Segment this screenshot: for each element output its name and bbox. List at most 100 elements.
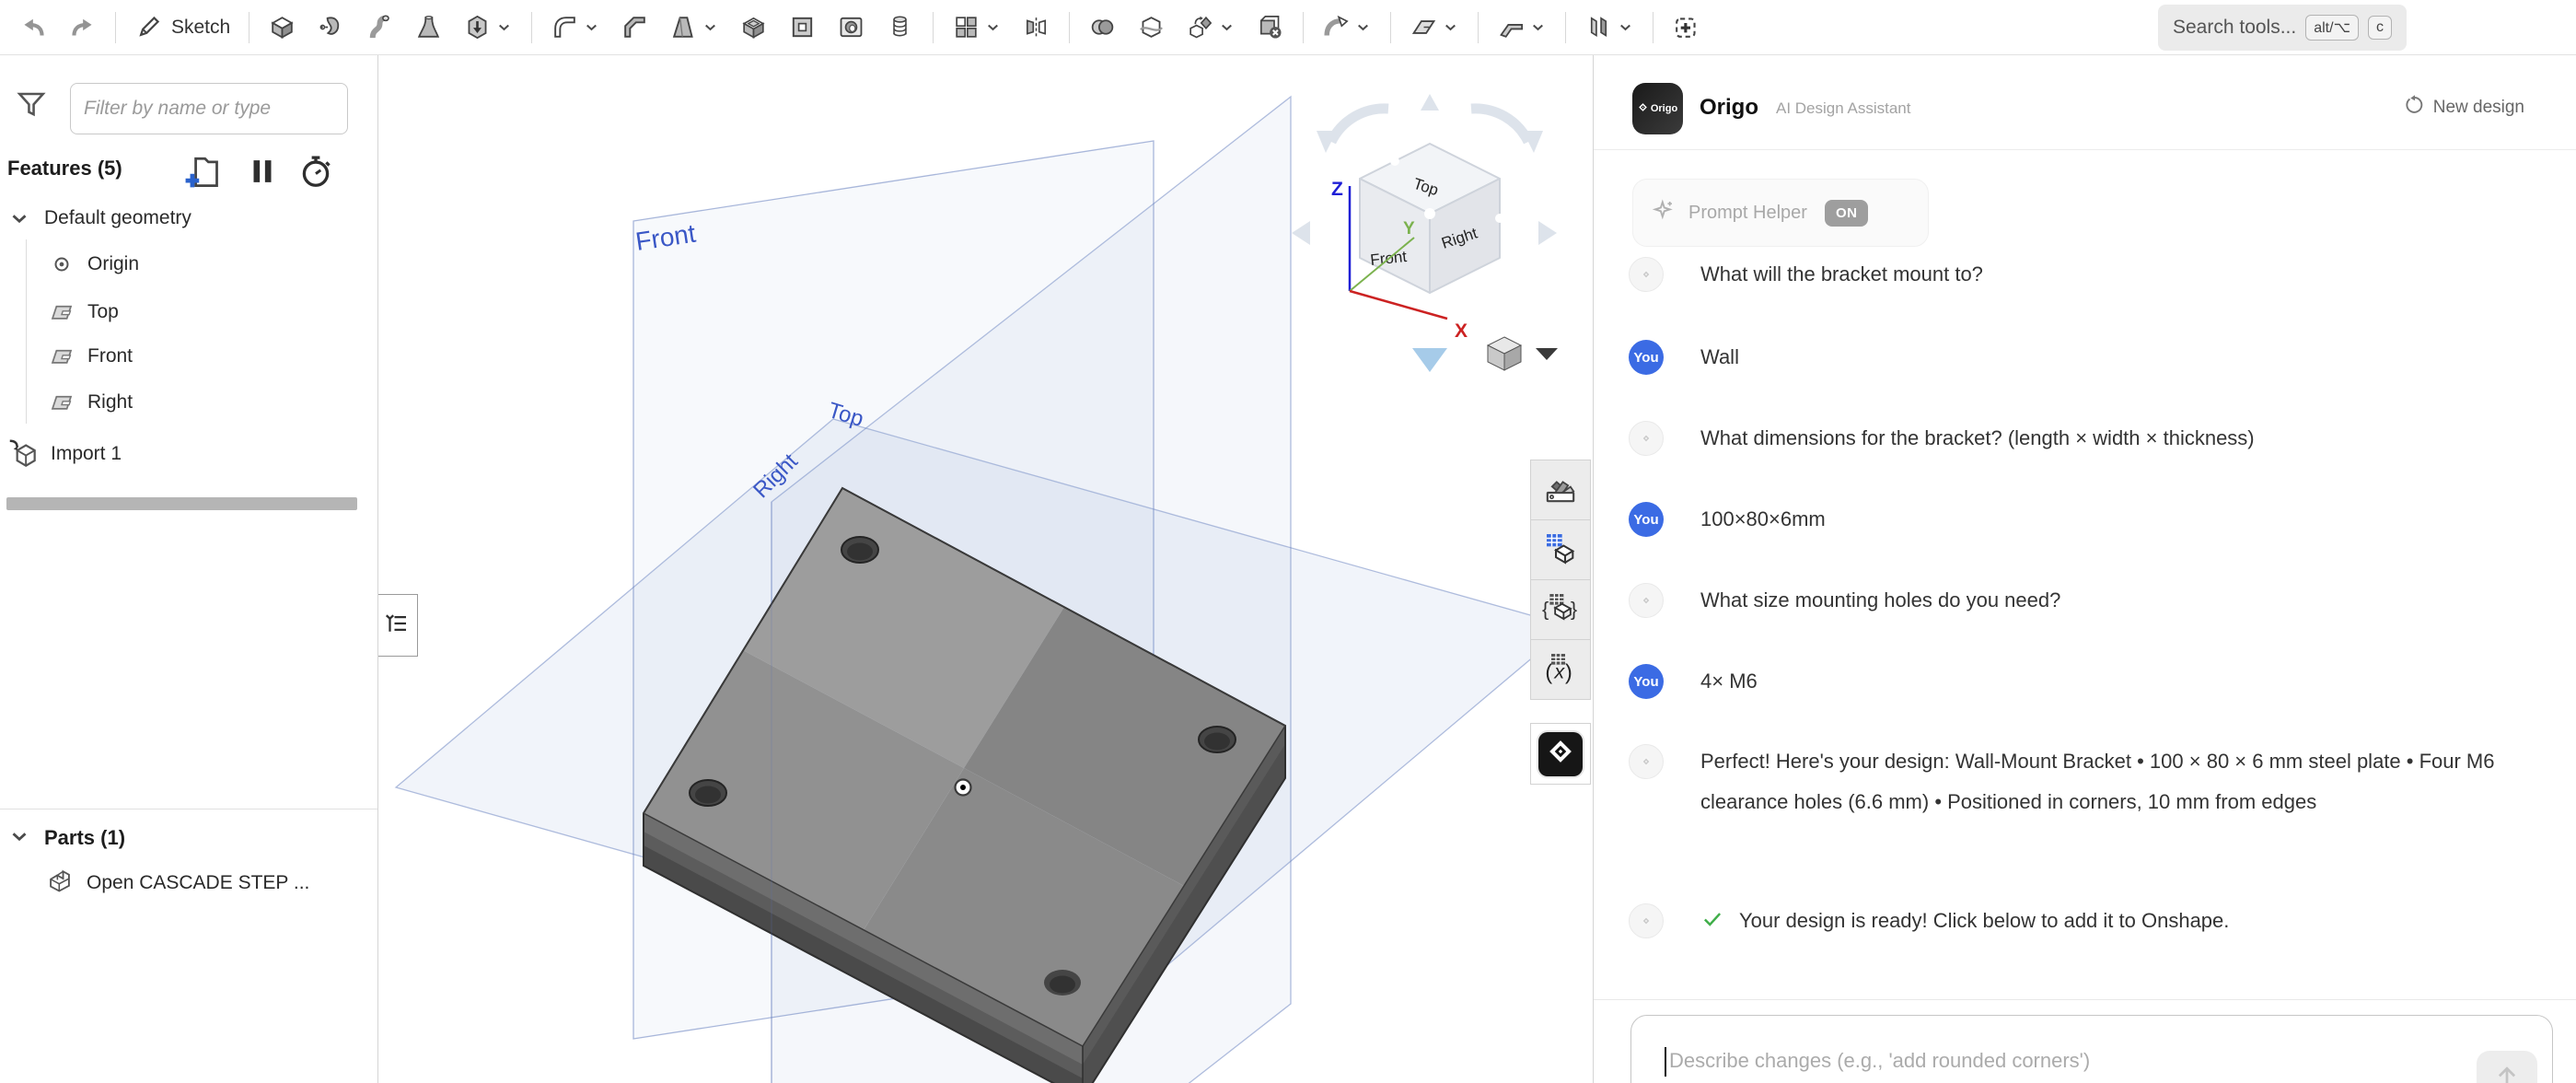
move-face-tool-button[interactable] (1316, 6, 1378, 50)
toolbar-separator (1303, 12, 1304, 43)
tree-item-top[interactable]: Top (0, 289, 377, 335)
sparkles-icon (1652, 198, 1677, 227)
rollback-bar[interactable] (6, 497, 357, 510)
boss-tool-button[interactable] (457, 6, 519, 50)
filter-icon[interactable] (15, 87, 48, 123)
tree-item-front[interactable]: Front (0, 333, 377, 379)
sweep-tool-button[interactable] (359, 6, 400, 50)
svg-text:{: { (1542, 597, 1549, 620)
toolbar-tools: Sketch (0, 0, 1711, 54)
revolve-tool-button[interactable] (310, 6, 352, 50)
parts-header[interactable]: Parts (1) (0, 816, 377, 860)
split-tool-button[interactable] (1131, 6, 1172, 50)
chevron-down-icon[interactable] (984, 18, 1002, 36)
chevron-down-icon[interactable] (495, 18, 513, 36)
message-text: What size mounting holes do you need? (1700, 588, 2060, 611)
plane-icon (48, 298, 75, 326)
configured-features-button[interactable]: {} (1530, 579, 1591, 640)
origin-marker[interactable] (956, 780, 971, 796)
origo-panel-toggle-button[interactable] (1538, 732, 1583, 776)
custom-feature-tool-button[interactable] (1665, 6, 1707, 50)
enclose-icon (1584, 13, 1613, 41)
draft-icon (669, 13, 698, 41)
view-mode-button[interactable] (1488, 337, 1521, 370)
rib-tool-button[interactable] (782, 6, 823, 50)
message-text: What will the bracket mount to? (1700, 262, 1983, 285)
origin-icon (48, 250, 75, 278)
linear-pattern-tool-button[interactable] (946, 6, 1008, 50)
tree-item-import-1[interactable]: Import 1 (0, 431, 377, 477)
undo-tool-button[interactable] (13, 6, 54, 50)
chevron-down-icon[interactable] (1617, 18, 1634, 36)
extrude-tool-button[interactable] (261, 6, 303, 50)
linear-pattern-icon (952, 13, 981, 41)
config-variables-icon: (x) (1542, 649, 1579, 691)
add-folder-icon[interactable] (180, 151, 223, 192)
assistant-avatar (1629, 583, 1664, 618)
chevron-down-icon[interactable] (1529, 18, 1547, 36)
main-toolbar: Sketch Search tools... alt/⌥ c (0, 0, 2576, 55)
redo-tool-button[interactable] (62, 6, 103, 50)
config-table-button[interactable] (1530, 519, 1591, 580)
message-text: 4× M6 (1700, 670, 1758, 693)
graphics-viewport[interactable]: Front Top Right Top Front Right Z (378, 55, 1593, 1083)
sheet-metal-tool-button[interactable] (1491, 6, 1553, 50)
hole-tool-button[interactable] (830, 6, 872, 50)
rib-icon (788, 13, 817, 41)
enclose-tool-button[interactable] (1578, 6, 1641, 50)
fillet-tool-button[interactable] (544, 6, 607, 50)
chevron-down-icon[interactable] (1442, 18, 1459, 36)
assistant-avatar (1629, 257, 1664, 292)
split-icon (1137, 13, 1166, 41)
feature-list-flyout-button[interactable] (378, 594, 418, 657)
prompt-helper-toggle[interactable]: Prompt Helper ON (1632, 179, 1929, 247)
mirror-tool-button[interactable] (1015, 6, 1057, 50)
chevron-down-icon[interactable] (583, 18, 600, 36)
chevron-down-icon[interactable] (702, 18, 719, 36)
tree-item-default-geometry[interactable]: Default geometry (0, 195, 377, 241)
chevron-down-icon[interactable] (1354, 18, 1372, 36)
chat-message: YouWall (1629, 337, 2539, 378)
shell-icon (739, 13, 768, 41)
helix-tool-button[interactable] (879, 6, 921, 50)
appearance-button[interactable] (1530, 460, 1591, 520)
pencil-tool-label: Sketch (171, 17, 230, 39)
view-cube[interactable]: Top Front Right Z Y X (1292, 94, 1558, 372)
pencil-tool-button[interactable]: Sketch (128, 6, 237, 50)
surface-tool-button[interactable] (1403, 6, 1466, 50)
view-mode-chevron[interactable] (1536, 348, 1558, 360)
stopwatch-icon[interactable] (296, 151, 335, 192)
send-button[interactable] (2477, 1051, 2537, 1083)
chevron-down-icon (7, 824, 31, 853)
revolve-icon (317, 13, 345, 41)
plane-icon (48, 389, 75, 416)
delete-part-tool-button[interactable] (1249, 6, 1291, 50)
part-item[interactable]: Open CASCADE STEP ... (0, 860, 377, 906)
feature-panel: Features (5) Default geometryOriginTopFr… (0, 55, 378, 1083)
tree-item-origin[interactable]: Origin (0, 241, 377, 287)
boolean-tool-button[interactable] (1082, 6, 1123, 50)
delete-part-icon (1256, 13, 1284, 41)
search-tools-button[interactable]: Search tools... alt/⌥ c (2158, 5, 2407, 51)
assistant-avatar (1629, 744, 1664, 779)
parts-title: Parts (1) (44, 826, 125, 850)
chat-input[interactable]: Describe changes (e.g., 'add rounded cor… (1630, 1015, 2553, 1083)
tree-item-right[interactable]: Right (0, 379, 377, 425)
header-divider (1594, 149, 2576, 150)
assistant-title: Origo (1700, 95, 1758, 121)
chamfer-tool-button[interactable] (614, 6, 656, 50)
new-design-button[interactable]: New design (2403, 94, 2524, 121)
shell-tool-button[interactable] (733, 6, 774, 50)
appearance-icon (1542, 470, 1579, 511)
message-text: Your design is ready! Click below to add… (1739, 901, 2229, 941)
transform-tool-button[interactable] (1179, 6, 1242, 50)
pause-icon[interactable] (245, 151, 280, 192)
draft-tool-button[interactable] (663, 6, 725, 50)
loft-tool-button[interactable] (408, 6, 449, 50)
svg-text:): ) (1565, 659, 1572, 683)
features-header: Features (5) (0, 151, 377, 192)
chat-message: What size mounting holes do you need? (1629, 580, 2539, 621)
filter-input[interactable] (70, 83, 348, 134)
config-variables-button[interactable]: (x) (1530, 639, 1591, 700)
chevron-down-icon[interactable] (1218, 18, 1236, 36)
